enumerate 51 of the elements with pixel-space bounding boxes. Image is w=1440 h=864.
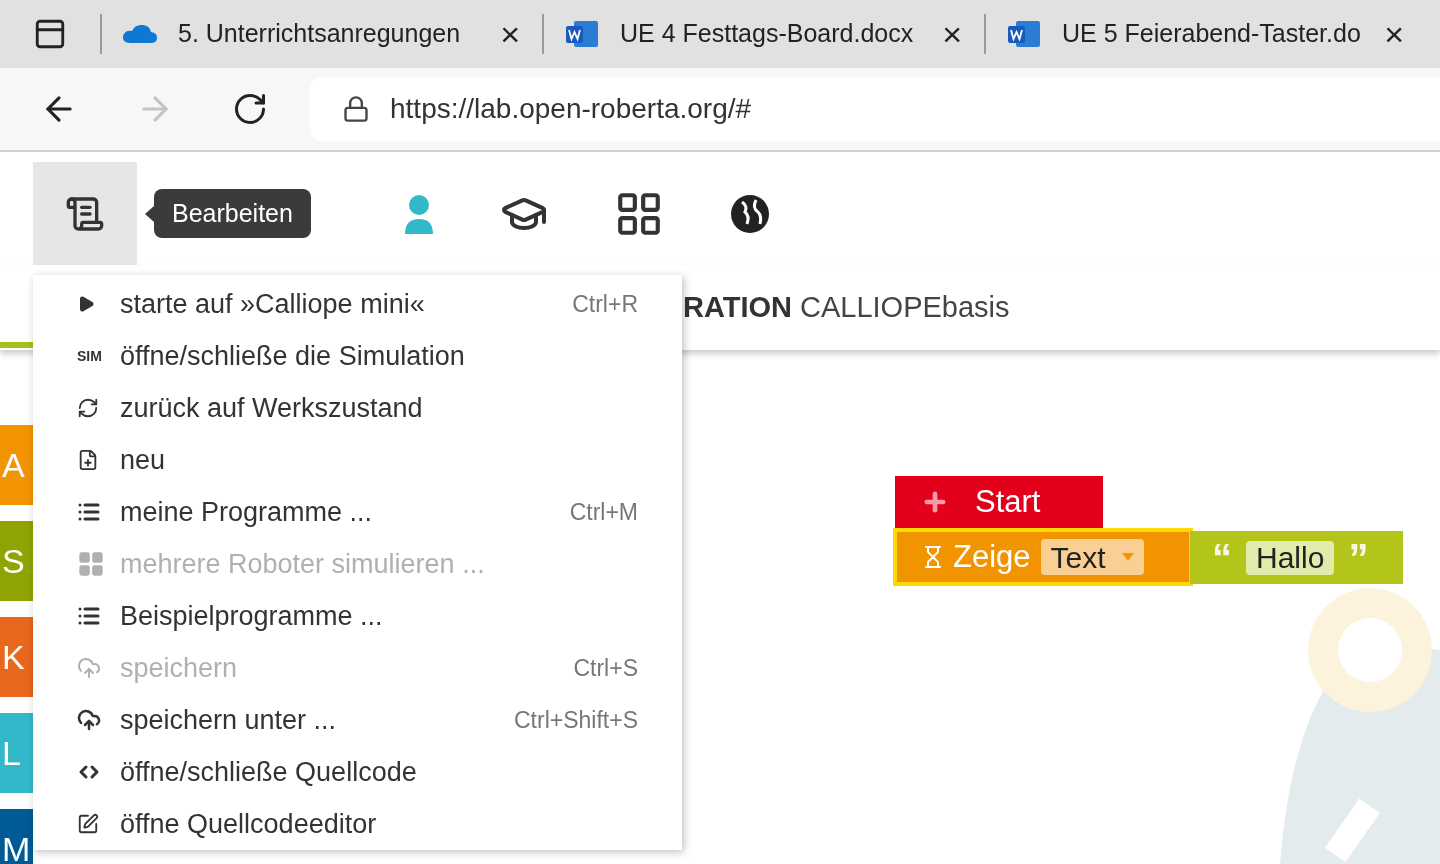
close-tab-button[interactable]: × — [1384, 17, 1404, 51]
edit-icon — [77, 813, 99, 835]
close-tab-button[interactable]: × — [942, 17, 962, 51]
tooltip: Bearbeiten — [154, 189, 311, 238]
close-tab-button[interactable]: × — [500, 17, 520, 51]
word-document-icon — [1006, 19, 1042, 49]
shortcut-label: Ctrl+R — [572, 289, 638, 319]
refresh-icon — [77, 397, 99, 419]
reload-icon[interactable] — [232, 91, 268, 127]
menu-item[interactable]: SIM öffne/schließe die Simulation — [33, 330, 682, 382]
text-value-field[interactable]: Hallo — [1246, 540, 1335, 575]
caret-icon — [1121, 553, 1134, 561]
word-document-icon — [564, 19, 600, 49]
menu-item[interactable]: starte auf »Calliope mini« Ctrl+R — [33, 278, 682, 330]
tooltip-pointer-icon — [145, 205, 154, 222]
menu-item[interactable]: speichern unter ... Ctrl+Shift+S — [33, 694, 682, 746]
tab-title[interactable]: 5. Unterrichtsanregungen — [178, 15, 501, 53]
block-label: Start — [975, 482, 1041, 521]
configuration-name: CALLIOPEbasis — [800, 289, 1010, 325]
tab-title[interactable]: UE 4 Festtags-Board.docx — [620, 15, 943, 53]
cloud-upload-icon — [77, 656, 101, 680]
sim-label: SIM — [77, 346, 102, 366]
open-quote: “ — [1212, 537, 1232, 578]
shortcut-label: Ctrl+S — [573, 653, 638, 683]
file-plus-icon — [77, 449, 99, 471]
grid-icon — [77, 550, 105, 578]
configuration-label: RATION — [683, 289, 792, 325]
category-tab[interactable]: M — [0, 809, 33, 864]
lock-icon — [342, 95, 370, 123]
start-block[interactable]: Start — [895, 476, 1103, 528]
shortcut-label: Ctrl+M — [569, 497, 638, 527]
play-icon — [77, 295, 95, 313]
menu-item[interactable]: öffne Quellcodeeditor — [33, 798, 682, 850]
menu-item[interactable]: neu — [33, 434, 682, 486]
cloud-upload-icon — [77, 708, 101, 732]
menu-item[interactable]: Beispielprogramme ... — [33, 590, 682, 642]
url-text: https://lab.open-roberta.org/# — [390, 92, 752, 126]
type-dropdown[interactable]: Text — [1040, 539, 1144, 575]
close-quote: ” — [1348, 537, 1369, 578]
block-label: Zeige — [953, 537, 1031, 576]
text-block[interactable]: “ Hallo ” — [1190, 531, 1403, 584]
address-field[interactable]: https://lab.open-roberta.org/# — [310, 77, 1440, 141]
menu-item[interactable]: öffne/schließe Quellcode — [33, 746, 682, 798]
cloud-icon — [122, 23, 158, 45]
tab-actions-icon[interactable] — [33, 17, 67, 51]
menu-item[interactable]: meine Programme ... Ctrl+M — [33, 486, 682, 538]
shortcut-label: Ctrl+Shift+S — [514, 705, 638, 735]
show-block[interactable]: Zeige Text — [893, 528, 1193, 586]
menu-button[interactable] — [33, 162, 137, 265]
tab-title[interactable]: UE 5 Feierabend-Taster.do — [1062, 15, 1385, 53]
menu-item[interactable]: zurück auf Werkszustand — [33, 382, 682, 434]
